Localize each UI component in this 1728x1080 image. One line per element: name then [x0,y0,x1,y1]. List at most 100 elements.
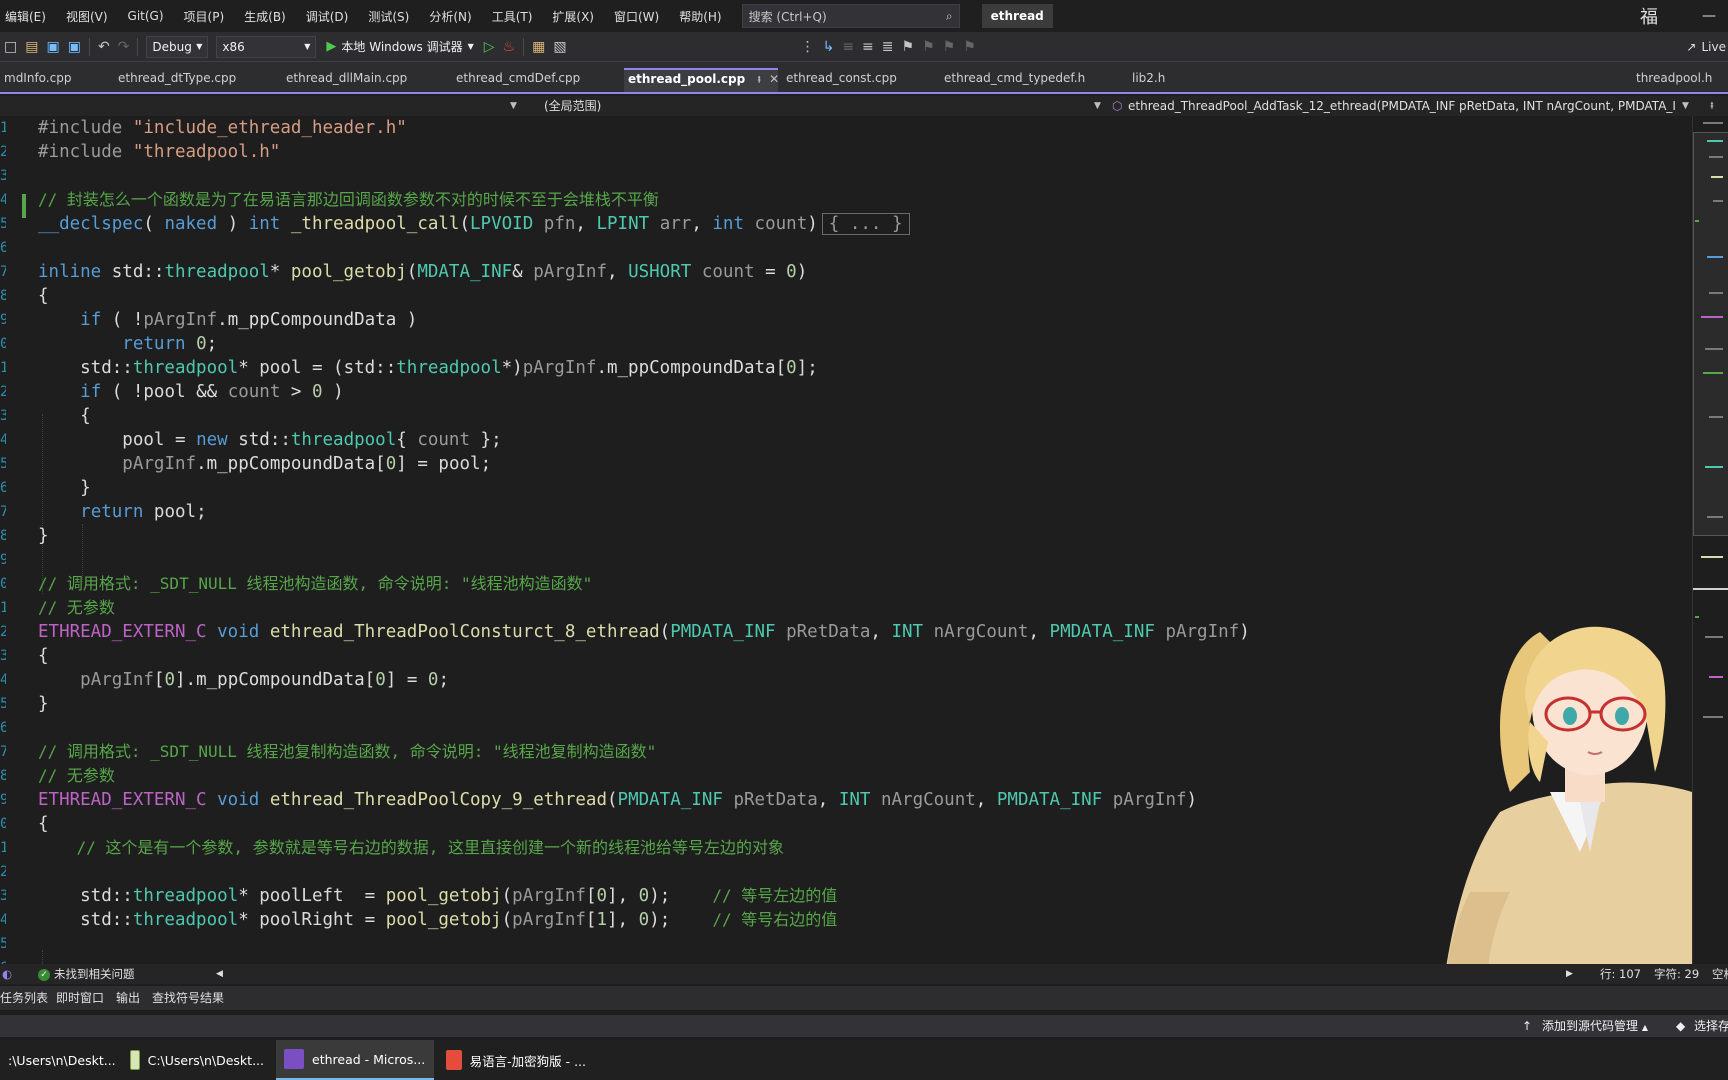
scope-dropdown[interactable]: (全局范围) [544,96,601,116]
save-all-icon[interactable]: ▣ [64,39,85,55]
code-line: { [38,286,49,306]
code-line: pArgInf[0].m_ppCompoundData[0] = 0; [80,670,449,690]
indent-icon[interactable]: ≡ [858,39,878,55]
line-number: 7 [0,504,6,520]
tab-label: ethread_dllMain.cpp [286,71,408,85]
code-line: pool = new std::threadpool{ count }; [122,430,502,450]
tab-pool[interactable]: ethread_pool.cpp ⭻ ✕ [624,68,779,92]
taskbar-item-visual-studio[interactable]: ethread - Micros... [276,1040,434,1080]
minimap-scrollbar[interactable] [1692,116,1728,964]
line-number: 6 [0,956,6,964]
line-number: 9 [0,552,6,568]
bookmark-clear-icon[interactable]: ⚑ [959,39,980,55]
redo-icon[interactable]: ↷ [114,39,134,55]
tab-output[interactable]: 输出 [116,986,140,1010]
bookmark-next-icon[interactable]: ⚑ [939,39,960,55]
tab-lib2[interactable]: lib2.h [1128,68,1169,92]
toolbar: □ ▤ ▣ ▣ ↶ ↷ Debug ▼ x86 ▼ ▶ 本地 Windows 调… [0,32,1728,62]
bookmark-icon[interactable]: ⚑ [898,39,919,55]
collapsed-region[interactable]: { ... } [821,213,910,235]
start-without-debug-icon[interactable]: ▷ [480,39,499,55]
split-icon[interactable]: ⭻ [1710,96,1714,116]
editor-status-strip: ◐ ✓ 未找到相关问题 ◀ ▶ 行: 107 字符: 29 空格 [0,964,1728,984]
tab-label: ethread_pool.cpp [628,72,746,86]
browse-icon[interactable]: ▦ [528,39,549,55]
project-dropdown[interactable] [0,96,520,116]
minimap-viewport[interactable] [1693,132,1728,536]
save-icon[interactable]: ▣ [42,39,63,55]
tab-label: ethread_dtType.cpp [118,71,237,85]
tab-cmd-typedef[interactable]: ethread_cmd_typedef.h [940,68,1089,92]
close-icon[interactable]: ✕ [769,72,779,86]
bookmark-prev-icon[interactable]: ⚑ [918,39,939,55]
tab-const[interactable]: ethread_const.cpp [782,68,901,92]
whitespace-mode[interactable]: 空格 [1712,964,1728,984]
menu-edit[interactable]: 编辑(E) [0,8,56,25]
open-folder-icon[interactable]: ▤ [21,39,42,55]
document-tabs: mdInfo.cpp ethread_dtType.cpp ethread_dl… [0,62,1728,94]
tab-dllmain[interactable]: ethread_dllMain.cpp [282,68,411,92]
menu-extensions[interactable]: 扩展(X) [542,8,604,25]
menu-window[interactable]: 窗口(W) [604,8,669,25]
tab-immediate-window[interactable]: 即时窗口 [56,986,104,1010]
start-debugging-button[interactable]: ▶ 本地 Windows 调试器 ▼ [320,38,479,55]
tab-task-list[interactable]: 任务列表 [0,986,48,1010]
minimize-icon[interactable]: — [1702,8,1716,24]
visual-studio-icon [284,1049,304,1069]
code-line: __declspec( naked ) int _threadpool_call… [38,212,910,236]
menu-tools[interactable]: 工具(T) [482,8,543,25]
taskbar-item-explorer-2[interactable]: C:\Users\n\Deskt... [122,1040,272,1080]
menu-git[interactable]: Git(G) [118,9,174,23]
comment-icon[interactable]: ≣ [878,39,898,55]
line-number: 2 [0,144,6,160]
comment-text: // 等号左边的值 [712,886,838,905]
code-editor[interactable]: 1234567890123456789012345678901234567 #i… [0,116,1692,964]
tab-find-symbol-results[interactable]: 查找符号结果 [152,986,224,1010]
pin-icon[interactable]: ⭻ [757,73,761,86]
solution-name[interactable]: ethread [981,4,1053,28]
taskbar-item-eyuyan[interactable]: 易语言-加密狗版 - ... [438,1040,594,1080]
outdent-icon[interactable]: ≡ [838,39,858,55]
tab-cmddef[interactable]: ethread_cmdDef.cpp [452,68,584,92]
new-item-icon[interactable]: □ [0,39,21,55]
panel-tabs: 任务列表 即时窗口 输出 查找符号结果 [0,986,1728,1010]
undo-icon[interactable]: ↶ [94,39,114,55]
select-repository[interactable]: 选择存 [1694,1015,1728,1037]
tab-dttype[interactable]: ethread_dtType.cpp [114,68,240,92]
hot-reload-icon[interactable]: ♨ [499,39,520,55]
search-input[interactable]: 搜索 (Ctrl+Q) ⌕ [741,4,960,28]
upload-icon: ↑ [1522,1019,1533,1033]
line-number: 5 [0,216,6,232]
line-number: 0 [0,816,6,832]
tab-cmdinfo[interactable]: mdInfo.cpp [0,68,75,92]
line-number: 8 [0,768,6,784]
scroll-left-icon[interactable]: ◀ [216,964,223,984]
add-to-source-control[interactable]: 添加到源代码管理 ▲ [1542,1015,1648,1037]
line-indicator[interactable]: 行: 107 [1600,964,1641,984]
live-share-button[interactable]: ↗ Live [1686,32,1728,62]
line-number: 8 [0,528,6,544]
platform-select[interactable]: x86 ▼ [216,35,317,58]
account-avatar[interactable]: 福 [1640,3,1658,29]
menu-build[interactable]: 生成(B) [234,8,296,25]
code-line: } [38,526,49,546]
menu-view[interactable]: 视图(V) [56,8,118,25]
column-indicator[interactable]: 字符: 29 [1654,964,1699,984]
menu-project[interactable]: 项目(P) [174,8,235,25]
tab-threadpool-h[interactable]: threadpool.h [1632,68,1716,92]
layout-icon[interactable]: ▧ [549,39,570,55]
taskbar-item-explorer-1[interactable]: :\Users\n\Deskt... [0,1040,118,1080]
line-number: 4 [0,192,6,208]
menu-analyze[interactable]: 分析(N) [419,8,481,25]
config-select[interactable]: Debug ▼ [146,35,209,58]
step-icon[interactable]: ↳ [819,39,839,55]
scroll-right-icon[interactable]: ▶ [1566,964,1573,984]
issues-indicator[interactable]: ✓ 未找到相关问题 [38,964,135,984]
menu-debug[interactable]: 调试(D) [296,8,359,25]
member-dropdown[interactable]: ethread_ThreadPool_AddTask_12_ethread(PM… [1128,96,1676,116]
menu-test[interactable]: 测试(S) [358,8,419,25]
chevron-down-icon: ▼ [196,42,203,51]
overflow-icon[interactable]: ⋮ [797,39,819,55]
menu-help[interactable]: 帮助(H) [669,8,731,25]
copilot-icon[interactable]: ◐ [2,964,12,984]
